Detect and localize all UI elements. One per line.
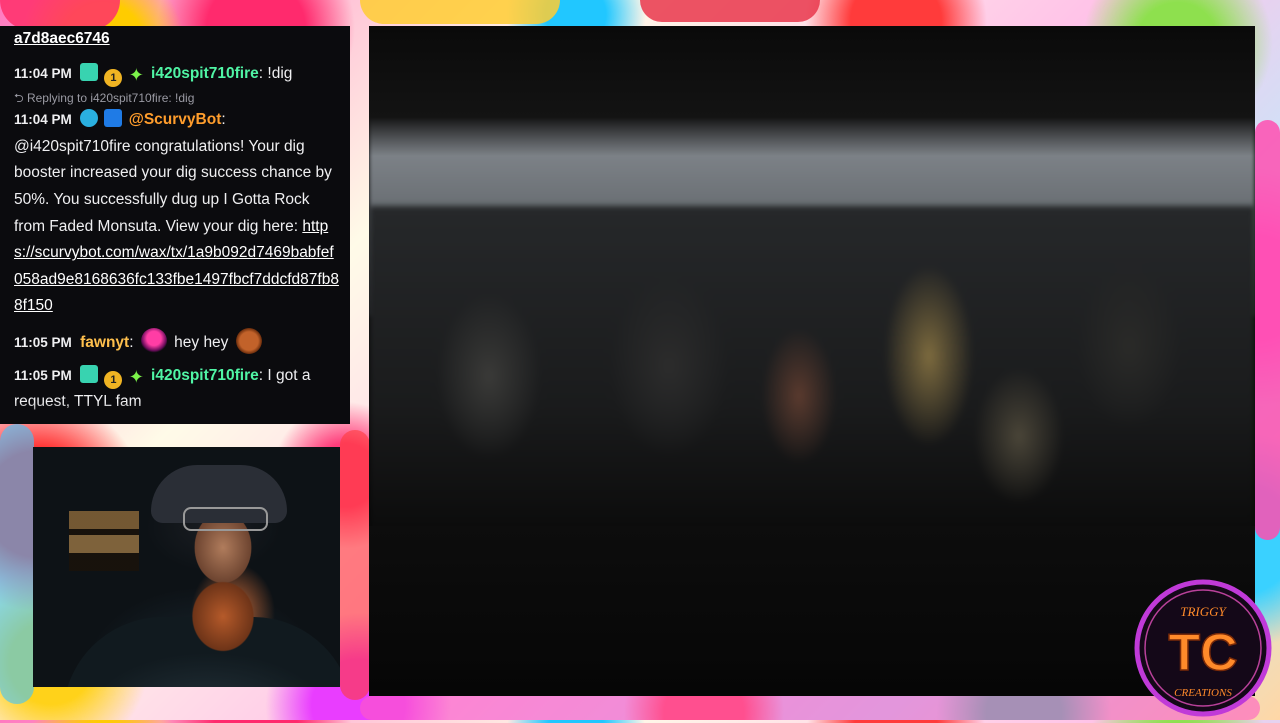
chat-separator: : bbox=[129, 333, 138, 351]
logo-initials: TC bbox=[1168, 624, 1237, 682]
star-badge-icon[interactable]: ✦ bbox=[129, 368, 145, 386]
paint-splatter bbox=[360, 696, 1260, 720]
channel-logo: TRIGGY TC CREATIONS bbox=[1130, 578, 1276, 718]
bear-emote-icon[interactable] bbox=[235, 327, 262, 354]
chat-message: 11:04 PM @ScurvyBot: @i420spit710fire co… bbox=[14, 107, 342, 320]
chat-message-text: !dig bbox=[267, 64, 293, 82]
chat-message: 11:04 PM 1 ✦ i420spit710fire: !dig bbox=[14, 61, 342, 88]
sub-badge-icon[interactable] bbox=[80, 62, 99, 81]
paint-splatter bbox=[0, 424, 34, 704]
chat-separator: : bbox=[221, 111, 226, 129]
message-timestamp: 11:04 PM bbox=[14, 112, 72, 128]
bits-badge-icon[interactable]: 1 bbox=[104, 68, 123, 87]
sub-badge-icon[interactable] bbox=[80, 364, 99, 383]
paint-splatter bbox=[340, 430, 370, 700]
reply-context[interactable]: ⮌ Replying to i420spit710fire: !dig bbox=[14, 89, 342, 107]
chat-username[interactable]: i420spit710fire bbox=[151, 65, 259, 82]
paint-splatter bbox=[640, 0, 820, 22]
message-timestamp: 11:05 PM bbox=[14, 334, 72, 350]
devil-emote-icon[interactable] bbox=[140, 327, 167, 354]
reply-context-text: Replying to i420spit710fire: !dig bbox=[26, 91, 195, 106]
paint-splatter bbox=[360, 0, 560, 24]
webcam-feed bbox=[33, 447, 340, 687]
message-timestamp: 11:04 PM bbox=[14, 65, 72, 81]
chat-panel[interactable]: a7d8aec6746 11:04 PM 1 ✦ i420spit710fire… bbox=[0, 26, 350, 424]
chat-message-text: hey hey bbox=[174, 333, 229, 351]
chat-username[interactable]: fawnyt bbox=[80, 334, 129, 351]
chat-message: 11:05 PM fawnyt: hey hey bbox=[14, 327, 342, 357]
video-scene-crowd bbox=[369, 206, 1255, 536]
chat-message-text: @i420spit710fire congratulations! Your d… bbox=[14, 137, 332, 235]
main-video-feed[interactable] bbox=[369, 26, 1255, 696]
star-badge-icon[interactable]: ✦ bbox=[129, 66, 145, 84]
reply-arrow-icon: ⮌ bbox=[14, 91, 27, 106]
bot-badge-icon[interactable] bbox=[80, 109, 99, 128]
logo-top-text: TRIGGY bbox=[1180, 604, 1227, 619]
video-scene-shadow bbox=[369, 26, 1255, 156]
background-shelf bbox=[69, 511, 139, 571]
chat-username[interactable]: i420spit710fire bbox=[151, 367, 259, 384]
streamer-beard bbox=[183, 567, 263, 657]
chat-link-partial[interactable]: a7d8aec6746 bbox=[14, 30, 110, 47]
streamer-glasses bbox=[183, 507, 268, 531]
bits-badge-icon[interactable]: 1 bbox=[104, 370, 123, 389]
chat-fade bbox=[0, 402, 350, 424]
mod-sword-badge-icon[interactable] bbox=[104, 109, 123, 128]
chat-username[interactable]: @ScurvyBot bbox=[129, 111, 222, 128]
video-scene-floor bbox=[369, 526, 1255, 696]
message-timestamp: 11:05 PM bbox=[14, 367, 72, 383]
logo-bottom-text: CREATIONS bbox=[1174, 687, 1232, 699]
paint-splatter bbox=[1255, 120, 1280, 540]
chat-message-partial: a7d8aec6746 bbox=[14, 26, 342, 53]
logo-graphic: TRIGGY TC CREATIONS bbox=[1134, 579, 1272, 717]
